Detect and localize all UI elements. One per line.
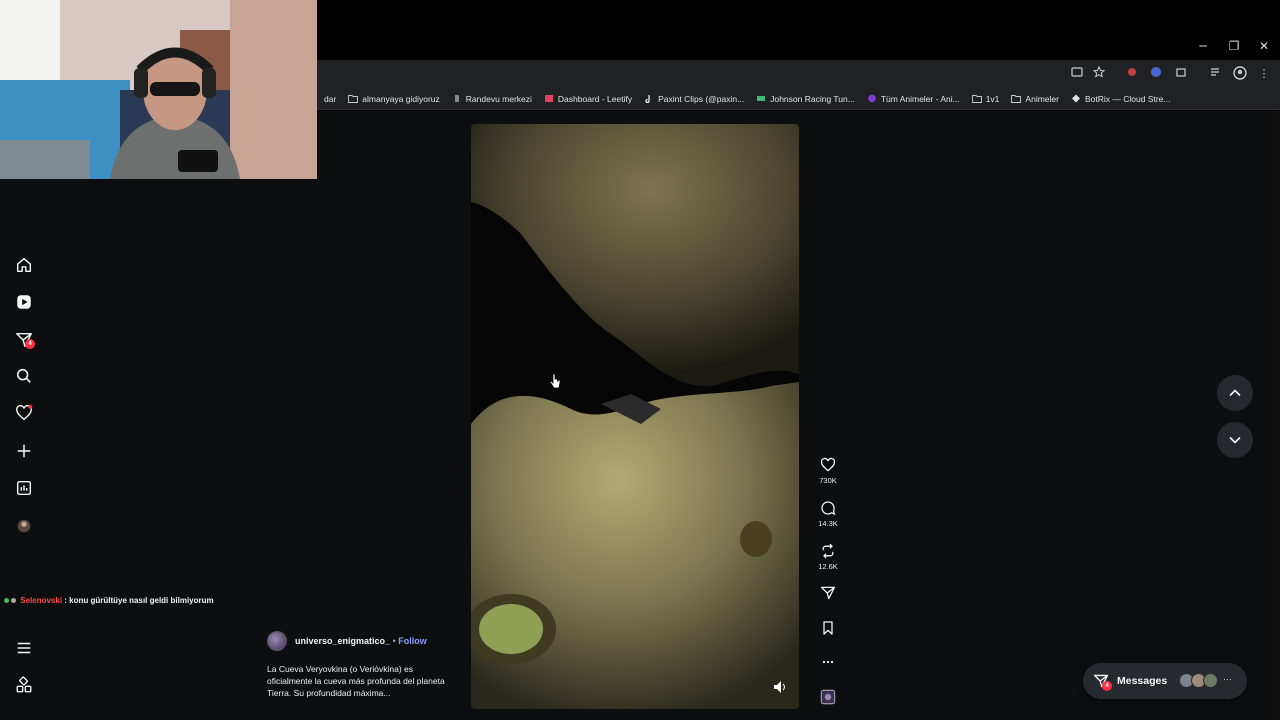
- folder-icon: [971, 94, 982, 103]
- next-reel-button[interactable]: [1217, 422, 1253, 458]
- folder-icon: [348, 94, 359, 103]
- tiktok-icon: [644, 94, 654, 104]
- bookmark-item[interactable]: Dashboard - Leetify: [538, 88, 638, 109]
- site-icon: [867, 94, 877, 103]
- folder-icon: [1011, 94, 1022, 103]
- comment-icon[interactable]: [820, 500, 836, 516]
- previous-reel-button[interactable]: [1217, 375, 1253, 411]
- chat-badge-icon: [11, 598, 16, 603]
- bookmark-folder[interactable]: 1v1: [966, 88, 1006, 109]
- messages-pill-badge: 4: [1102, 681, 1112, 691]
- author-avatar[interactable]: [267, 631, 287, 651]
- close-button[interactable]: ✕: [1254, 38, 1274, 54]
- bookmark-label: dar: [324, 93, 337, 104]
- audio-icon[interactable]: [820, 689, 836, 705]
- comment-action[interactable]: 14.3K: [812, 500, 844, 528]
- media-control-icon[interactable]: [1208, 66, 1224, 82]
- extensions-puzzle-icon[interactable]: [1173, 66, 1189, 82]
- bookmark-label: BotRix — Cloud Stre...: [1084, 93, 1171, 104]
- webcam-overlay: [0, 0, 317, 179]
- profile-avatar[interactable]: [14, 516, 34, 536]
- bookmark-label: almanyaya gidiyoruz: [362, 93, 440, 104]
- bookmark-icon[interactable]: [820, 620, 836, 636]
- bookmark-folder[interactable]: Animeler: [1005, 88, 1065, 109]
- save-action[interactable]: [812, 620, 844, 636]
- apps-icon[interactable]: [14, 675, 34, 695]
- site-icon: [452, 94, 462, 103]
- author-username[interactable]: universo_enigmatico_: [295, 636, 390, 646]
- contact-avatar: [1203, 673, 1218, 688]
- messages-pill[interactable]: 4 Messages ···: [1083, 663, 1247, 699]
- more-menu-icon[interactable]: [14, 638, 34, 658]
- bookmark-label: Tüm Animeler - Ani...: [880, 93, 960, 104]
- cast-icon[interactable]: [1069, 66, 1085, 82]
- extension-blue-icon[interactable]: [1148, 66, 1164, 82]
- page-scrollbar[interactable]: [1272, 111, 1280, 720]
- mouse-cursor-icon: [549, 373, 561, 394]
- bookmark-item[interactable]: Randevu merkezi: [446, 88, 538, 109]
- bookmark-label: Animeler: [1025, 93, 1059, 104]
- more-dots-icon[interactable]: [820, 654, 836, 670]
- share-icon[interactable]: [820, 585, 836, 601]
- site-icon: [756, 94, 766, 103]
- repost-count: 12.6K: [818, 562, 838, 571]
- home-icon[interactable]: [14, 255, 34, 275]
- restore-button[interactable]: ❐: [1224, 38, 1244, 54]
- chat-text: konu gürültüye nasıl geldi bilmiyorum: [66, 596, 214, 605]
- site-icon: [1071, 94, 1081, 103]
- bookmark-item[interactable]: Tüm Animeler - Ani...: [861, 88, 966, 109]
- comment-count: 14.3K: [818, 519, 838, 528]
- bookmark-label: Dashboard - Leetify: [557, 93, 633, 104]
- heart-icon[interactable]: [820, 457, 836, 473]
- bookmark-folder[interactable]: almanyaya gidiyoruz: [342, 88, 445, 109]
- bookmark-item[interactable]: BotRix — Cloud Stre...: [1065, 88, 1177, 109]
- bookmark-item[interactable]: Johnson Racing Tun...: [750, 88, 861, 109]
- post-caption[interactable]: La Cueva Veryovkina (o Veriόvkina) es of…: [267, 663, 447, 699]
- post-author: universo_enigmatico_ • Follow: [267, 631, 427, 651]
- repost-action[interactable]: 12.6K: [812, 543, 844, 571]
- bookmark-label: Randevu merkezi: [465, 93, 532, 104]
- dashboard-icon[interactable]: [14, 478, 34, 498]
- bookmark-star-icon[interactable]: [1091, 65, 1107, 82]
- like-count: 730K: [819, 476, 837, 485]
- audio-thumbnail[interactable]: [812, 689, 844, 705]
- more-contacts-icon: ···: [1223, 674, 1232, 684]
- bookmark-label: Paxint Clips (@paxin...: [658, 93, 745, 104]
- chat-badge-icon: [4, 598, 9, 603]
- bookmark-label: 1v1: [985, 93, 1000, 104]
- extension-red-icon[interactable]: [1124, 66, 1140, 82]
- messages-label: Messages: [1117, 675, 1168, 687]
- follow-button[interactable]: Follow: [398, 636, 427, 646]
- chevron-down-icon: [1229, 436, 1241, 444]
- stream-chat-message: Selenovski : konu gürültüye nasıl geldi …: [4, 596, 214, 605]
- repost-icon[interactable]: [820, 543, 836, 559]
- create-plus-icon[interactable]: [14, 441, 34, 461]
- profile-icon[interactable]: [1232, 66, 1248, 82]
- menu-kebab-icon[interactable]: ⋮: [1256, 66, 1272, 82]
- leetify-icon: [544, 94, 554, 103]
- chevron-up-icon: [1229, 389, 1241, 397]
- minimize-button[interactable]: ─: [1193, 38, 1213, 54]
- chat-username: Selenovski: [20, 596, 63, 605]
- separator-bullet: •: [392, 636, 396, 646]
- bookmark-label: Johnson Racing Tun...: [770, 93, 855, 104]
- more-options-action[interactable]: [812, 654, 844, 670]
- share-action[interactable]: [812, 585, 844, 601]
- bookmark-item[interactable]: dar: [318, 88, 342, 109]
- messages-badge: 4: [25, 339, 35, 349]
- notifications-heart-icon[interactable]: [14, 403, 34, 423]
- reel-video[interactable]: [471, 124, 799, 709]
- bookmark-item[interactable]: Paxint Clips (@paxin...: [638, 88, 750, 109]
- reels-icon[interactable]: [14, 292, 34, 312]
- like-action[interactable]: 730K: [812, 457, 844, 485]
- search-icon[interactable]: [14, 366, 34, 386]
